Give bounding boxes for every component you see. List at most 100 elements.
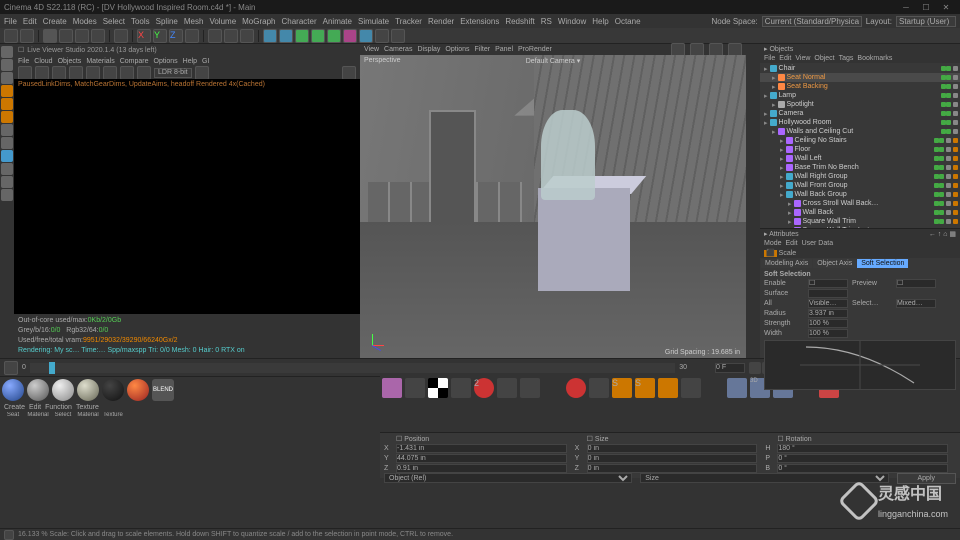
menu-help[interactable]: Help [592,17,608,26]
tab-object-axis[interactable]: Object Axis [813,259,856,268]
tl-current-frame[interactable] [715,363,745,373]
palette-icon-12[interactable] [658,378,678,398]
workplane-mode-icon[interactable] [1,72,13,84]
move-tool[interactable] [59,29,73,43]
render-pv-button[interactable] [224,29,238,43]
object-row[interactable]: ▸Wall Back [760,208,960,217]
attr-input[interactable] [808,319,848,328]
object-row[interactable]: ▸Floor [760,145,960,154]
vp-menu-panel[interactable]: Panel [495,46,513,53]
coord-size-input[interactable] [587,454,758,463]
menu-extensions[interactable]: Extensions [460,17,499,26]
mat-menu-edit[interactable]: Edit [29,404,41,411]
attr-input[interactable] [808,279,848,288]
minimize-button[interactable]: ─ [896,3,916,12]
workplane-icon[interactable] [1,163,13,175]
deformer-button[interactable] [343,29,357,43]
viewport-solo-icon[interactable] [1,137,13,149]
layout-select[interactable] [896,16,956,27]
undo-button[interactable] [4,29,18,43]
menu-select[interactable]: Select [103,17,125,26]
coord-size-input[interactable] [587,464,758,473]
poly-mode-icon[interactable] [1,111,13,123]
object-row[interactable]: ▸Wall Right Group [760,172,960,181]
attr-input[interactable] [896,279,936,288]
obj-menu-view[interactable]: View [795,55,810,62]
lv-lock-icon[interactable] [18,66,32,80]
lv-refresh-icon[interactable] [52,66,66,80]
material-ball[interactable] [2,379,24,401]
mat-menu-texture[interactable]: Texture [76,404,99,411]
object-row[interactable]: ▸Square Wall Trim [760,217,960,226]
mat-menu-create[interactable]: Create [4,404,25,411]
object-row[interactable]: ▸Seat Normal [760,73,960,82]
menu-character[interactable]: Character [282,17,317,26]
menu-render[interactable]: Render [428,17,454,26]
attr-input[interactable] [896,299,936,308]
vp-menu-view[interactable]: View [364,46,379,53]
coord-pos-input[interactable] [396,444,567,453]
object-row[interactable]: ▸Wall Back Group [760,190,960,199]
attr-input[interactable] [808,329,848,338]
lv-pick-icon[interactable] [120,66,134,80]
palette-icon-14[interactable] [727,378,747,398]
render-view[interactable]: PausedLinkDims, MatchGearDims, UpdateAim… [14,79,360,314]
maximize-button[interactable]: ☐ [916,3,936,12]
obj-menu-bookmarks[interactable]: Bookmarks [857,55,892,62]
coord-rot-input[interactable] [777,444,948,453]
vp-menu-filter[interactable]: Filter [475,46,491,53]
attr-menu-edit[interactable]: Edit [786,240,798,247]
vp-menu-prorender[interactable]: ProRender [518,46,552,53]
menu-mograph[interactable]: MoGraph [242,17,275,26]
material-ball[interactable]: BLEND [152,379,174,401]
palette-icon-5[interactable]: 2 [474,378,494,398]
menu-octane[interactable]: Octane [615,17,641,26]
obj-menu-tags[interactable]: Tags [839,55,854,62]
viewport-3d-view[interactable]: Perspective Default Camera ▾ Grid Spacin… [360,55,746,358]
snap-icon[interactable] [1,150,13,162]
menu-simulate[interactable]: Simulate [358,17,389,26]
palette-icon-3[interactable] [428,378,448,398]
menu-modes[interactable]: Modes [73,17,97,26]
lv-ab-icon[interactable] [342,66,356,80]
vp-menu-display[interactable]: Display [417,46,440,53]
menu-tools[interactable]: Tools [131,17,150,26]
coord-pos-input[interactable] [396,464,567,473]
lv-menu-compare[interactable]: Compare [120,58,149,65]
palette-icon-8[interactable] [566,378,586,398]
lv-channel-icon[interactable] [137,66,151,80]
playhead[interactable] [49,362,55,374]
object-row[interactable]: ▸Spotlight [760,100,960,109]
palette-icon-4[interactable] [451,378,471,398]
object-row[interactable]: ▸Chair [760,64,960,73]
redo-button[interactable] [20,29,34,43]
menu-tracker[interactable]: Tracker [395,17,422,26]
menu-window[interactable]: Window [558,17,586,26]
coord-rot-input[interactable] [777,454,948,463]
vp-menu-cameras[interactable]: Cameras [384,46,412,53]
lv-menu-gi[interactable]: GI [202,58,209,65]
palette-icon-6[interactable] [497,378,517,398]
object-row[interactable]: ▸Wall Left [760,154,960,163]
lv-focus-icon[interactable] [103,66,117,80]
menu-animate[interactable]: Animate [323,17,352,26]
node-space-select[interactable] [762,16,862,27]
close-button[interactable]: ✕ [936,3,956,12]
object-row[interactable]: ▸Cross Stroll Wall Back… [760,199,960,208]
light-button[interactable] [391,29,405,43]
material-ball[interactable] [27,379,49,401]
menu-rs[interactable]: RS [541,17,552,26]
lv-menu-materials[interactable]: Materials [86,58,114,65]
falloff-curve[interactable] [764,340,956,390]
attr-input[interactable] [808,289,848,298]
object-row[interactable]: ▸Ceiling No Stairs [760,136,960,145]
palette-icon-11[interactable]: S [635,378,655,398]
timeline-track[interactable] [30,363,675,373]
vp-menu-options[interactable]: Options [445,46,469,53]
object-row[interactable]: ▸Seat Backing [760,82,960,91]
tab-soft-selection[interactable]: Soft Selection [857,259,908,268]
tl-start-button[interactable] [749,362,761,374]
material-ball[interactable] [127,379,149,401]
lv-menu-cloud[interactable]: Cloud [34,58,52,65]
palette-icon-1[interactable] [382,378,402,398]
